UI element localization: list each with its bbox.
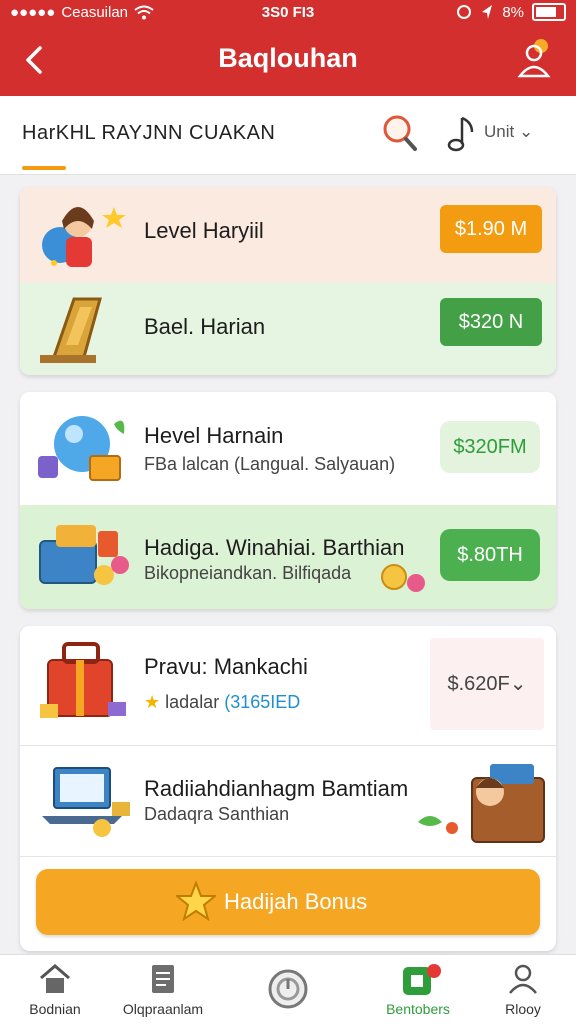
gold-tablet-icon (40, 297, 102, 363)
battery-percent: 8% (502, 3, 524, 21)
alarm-icon (457, 5, 472, 19)
user-icon (509, 964, 537, 994)
bonus-label: Hadijah Bonus (224, 889, 368, 914)
item-subtitle: ladalar (165, 692, 220, 712)
item-code: (3165IED (224, 692, 301, 712)
red-chest-icon (40, 642, 126, 718)
nav-label: Olqpraanlam (122, 1001, 204, 1017)
gift-icon (403, 964, 441, 995)
location-arrow-icon (482, 5, 493, 19)
item-subtitle: Bikopneiandkan. Bilfiqada (144, 563, 352, 583)
item-title: Level Haryiil (144, 218, 264, 243)
nav-label: Bentobers (386, 1001, 450, 1017)
sort-dropdown[interactable]: Unit ⌄ (484, 122, 533, 142)
tab-indicator (22, 166, 66, 170)
list-item[interactable]: Hadiga. Winahiai. Barthian Bikopneiandka… (20, 505, 556, 609)
chevron-down-icon: ⌄ (518, 122, 534, 141)
list-item[interactable]: Hevel Harnain FBa lalcan (Langual. Salya… (20, 392, 556, 504)
list-item[interactable]: Radiiahdianhagm Bamtiam Dadaqra Santhian (20, 746, 556, 856)
price-button[interactable]: $1.90 M (440, 205, 542, 253)
nav-item-documents[interactable]: Olqpraanlam (108, 955, 218, 1025)
item-title: Bael. Harian (144, 314, 266, 339)
item-title: Pravu: Mankachi (144, 654, 308, 679)
nav-item-home[interactable]: Bodnian (0, 955, 110, 1025)
list-item[interactable]: Bael. Harian $320 N (20, 283, 556, 375)
search-icon[interactable] (380, 112, 420, 154)
chevron-down-icon: ⌄ (509, 673, 527, 695)
document-icon (152, 965, 174, 993)
tab-active[interactable]: HarKHL RAYJNN CUAKAN (22, 122, 275, 145)
list-item[interactable]: Level Haryiil $1.90 M (20, 187, 556, 283)
laptop-icon (42, 767, 130, 837)
music-note-icon (447, 116, 474, 152)
center-circle-icon (268, 969, 308, 1009)
item-subtitle: Dadaqra Santhian (144, 804, 290, 824)
home-icon (40, 964, 70, 993)
girl-avatar-icon (42, 207, 126, 267)
price-label: $.620F (447, 673, 510, 695)
item-subtitle: FBa lalcan (Langual. Salyauan) (144, 454, 396, 474)
nav-item-center[interactable] (233, 955, 343, 1025)
star-icon (176, 881, 216, 921)
nav-item-profile[interactable]: Rlooy (468, 955, 576, 1025)
profile-icon[interactable] (516, 36, 556, 80)
sort-label: Unit (484, 122, 515, 141)
nav-item-gifts[interactable]: Bentobers (363, 955, 473, 1025)
item-title: Radiiahdianhagm Bamtiam (144, 776, 409, 801)
list-item[interactable]: Pravu: Mankachi ★ ladalar (3165IED $.620… (20, 626, 556, 744)
bottom-nav: Bodnian Olqpraanlam Bentobers Rlooy (0, 954, 576, 1025)
treasure-box-icon (39, 525, 129, 585)
divider (20, 856, 556, 857)
price-button[interactable]: $320FM (440, 421, 540, 473)
bonus-button[interactable]: Hadijah Bonus (36, 869, 540, 935)
item-title: Hadiga. Winahiai. Barthian (144, 535, 405, 560)
price-button[interactable]: $320 N (440, 298, 542, 346)
card-group-2: Hevel Harnain FBa lalcan (Langual. Salya… (20, 392, 556, 609)
page-title: Baqlouhan (218, 43, 358, 73)
price-button[interactable]: $.80TH (440, 529, 540, 581)
card-group-1: Level Haryiil $1.90 M Bael. Harian $320 … (20, 187, 556, 375)
crystal-ball-icon (38, 416, 125, 481)
nav-label: Bodnian (29, 1001, 81, 1017)
battery-icon (532, 3, 566, 21)
coins-icon (381, 564, 425, 592)
nav-label: Rlooy (505, 1001, 541, 1017)
item-title: Hevel Harnain (144, 423, 284, 448)
treasure-chest-icon (418, 764, 545, 843)
price-dropdown[interactable]: $.620F⌄ (430, 638, 544, 730)
sub-header: HarKHL RAYJNN CUAKAN Unit ⌄ (0, 96, 576, 175)
star-icon: ★ (144, 692, 161, 712)
status-bar: ●●●●● Ceasuilan 3S0 FI3 8% (0, 0, 576, 26)
app-header: Baqlouhan (0, 26, 576, 96)
